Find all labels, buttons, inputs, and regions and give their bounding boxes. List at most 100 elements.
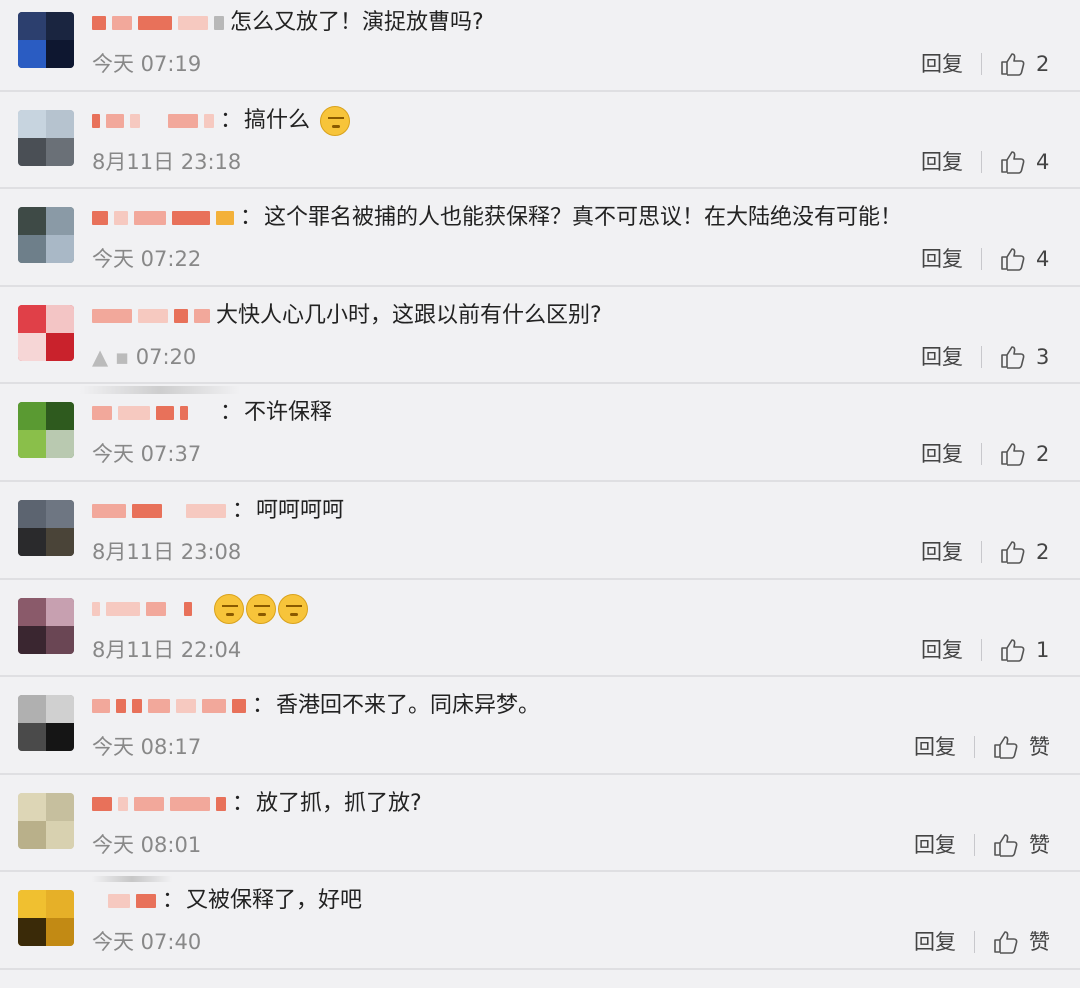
comment-text: 放了抓，抓了放? bbox=[256, 790, 422, 816]
like-button-label[interactable]: 赞 bbox=[1029, 928, 1050, 956]
comment-text: 这个罪名被捕的人也能获保释？真不可思议！在大陆绝没有可能！ bbox=[264, 205, 903, 231]
comment-actions: 回复 赞 bbox=[914, 831, 1050, 859]
username-blurred[interactable] bbox=[92, 891, 156, 911]
comment-actions: 回复 2 bbox=[921, 440, 1050, 468]
like-button-label[interactable]: 赞 bbox=[1029, 733, 1050, 761]
face-emoji-icon bbox=[246, 593, 276, 624]
comment-line: ： 呵呵呵呵 bbox=[92, 496, 1060, 526]
comment-line: ： 又被保释了，好吧 bbox=[92, 886, 1060, 916]
comment-line bbox=[92, 593, 1060, 624]
comment-row: ： 呵呵呵呵 8月11日 23:08 回复 2 bbox=[0, 482, 1080, 580]
comment-row: 怎么又放了！演捉放曹吗? 今天 07:19 回复 2 bbox=[0, 0, 1080, 92]
comment-text: 呵呵呵呵 bbox=[256, 497, 345, 523]
reply-button[interactable]: 回复 bbox=[914, 928, 956, 956]
username-blurred[interactable] bbox=[92, 13, 224, 33]
like-count: 1 bbox=[1036, 637, 1050, 662]
username-blurred[interactable] bbox=[92, 208, 234, 228]
comment-text: 搞什么 bbox=[244, 107, 311, 133]
reply-button[interactable]: 回复 bbox=[921, 245, 963, 273]
comment-line: 怎么又放了！演捉放曹吗? bbox=[92, 8, 1060, 38]
comment-row: ： 放了抓，抓了放? 今天 08:01 回复 赞 bbox=[0, 775, 1080, 873]
timestamp: 今天 07:19 bbox=[92, 52, 202, 76]
reply-button[interactable]: 回复 bbox=[921, 50, 963, 78]
comment-row: ： 这个罪名被捕的人也能获保释？真不可思议！在大陆绝没有可能！ 今天 07:22… bbox=[0, 189, 1080, 287]
colon: ： bbox=[240, 205, 263, 231]
avatar[interactable] bbox=[18, 695, 74, 752]
comment-row: 大快人心几小时，这跟以前有什么区别? ▲ ▪ 07:20 回复 3 bbox=[0, 287, 1080, 385]
divider bbox=[974, 833, 975, 856]
comment-text: 怎么又放了！演捉放曹吗? bbox=[230, 10, 484, 35]
divider bbox=[981, 150, 982, 173]
comment-actions: 回复 3 bbox=[921, 343, 1050, 371]
colon: ： bbox=[232, 790, 255, 816]
thumbs-up-icon[interactable] bbox=[1000, 442, 1026, 467]
avatar[interactable] bbox=[18, 792, 74, 849]
comment-actions: 回复 1 bbox=[921, 636, 1050, 664]
comment-line: ： 搞什么 bbox=[92, 105, 1060, 136]
face-emoji-icon bbox=[214, 593, 244, 624]
like-count: 2 bbox=[1036, 52, 1050, 76]
divider bbox=[981, 248, 982, 271]
comment-text: 大快人心几小时，这跟以前有什么区别? bbox=[216, 302, 602, 328]
divider bbox=[981, 638, 982, 661]
scroll-fade-divider bbox=[92, 876, 172, 882]
like-count: 2 bbox=[1036, 539, 1050, 564]
thumbs-up-icon[interactable] bbox=[993, 930, 1019, 955]
username-blurred[interactable] bbox=[92, 794, 226, 814]
comment-line: ： 不许保释 bbox=[92, 398, 1060, 428]
comment-row: ： 搞什么 8月11日 23:18 回复 4 bbox=[0, 92, 1080, 190]
comment-text: 不许保释 bbox=[244, 400, 333, 426]
colon: ： bbox=[220, 107, 243, 133]
username-blurred[interactable] bbox=[92, 696, 246, 716]
thumbs-up-icon[interactable] bbox=[1000, 247, 1026, 271]
thumbs-up-icon[interactable] bbox=[1000, 150, 1026, 174]
avatar[interactable] bbox=[18, 890, 74, 947]
reply-button[interactable]: 回复 bbox=[921, 636, 963, 664]
divider bbox=[981, 540, 982, 563]
timestamp: 8月11日 23:08 bbox=[92, 539, 242, 564]
avatar[interactable] bbox=[18, 402, 74, 459]
avatar[interactable] bbox=[18, 304, 74, 361]
thumbs-up-icon[interactable] bbox=[1000, 638, 1026, 662]
reply-button[interactable]: 回复 bbox=[921, 148, 963, 176]
like-button-label[interactable]: 赞 bbox=[1029, 831, 1050, 859]
comment-line: ： 放了抓，抓了放? bbox=[92, 789, 1060, 819]
thumbs-up-icon[interactable] bbox=[1000, 345, 1026, 369]
reply-button[interactable]: 回复 bbox=[914, 733, 956, 761]
avatar[interactable] bbox=[18, 499, 74, 556]
comment-line: 大快人心几小时，这跟以前有什么区别? bbox=[92, 301, 1060, 331]
timestamp: ▲ ▪ 07:20 bbox=[92, 344, 197, 369]
thumbs-up-icon[interactable] bbox=[993, 735, 1019, 759]
reply-button[interactable]: 回复 bbox=[921, 538, 963, 566]
divider bbox=[981, 443, 982, 466]
avatar[interactable] bbox=[18, 207, 74, 264]
scroll-fade-divider bbox=[80, 386, 240, 394]
reply-button[interactable]: 回复 bbox=[921, 440, 963, 468]
username-blurred[interactable] bbox=[92, 111, 214, 131]
thumbs-up-icon[interactable] bbox=[1000, 52, 1026, 76]
reply-button[interactable]: 回复 bbox=[914, 831, 956, 859]
timestamp: 今天 07:40 bbox=[92, 930, 202, 955]
comment-line: ： 这个罪名被捕的人也能获保释？真不可思议！在大陆绝没有可能！ bbox=[92, 203, 1060, 233]
thumbs-up-icon[interactable] bbox=[993, 833, 1019, 857]
colon: ： bbox=[162, 888, 185, 914]
like-count: 4 bbox=[1036, 149, 1050, 174]
timestamp: 今天 08:17 bbox=[92, 735, 202, 760]
username-blurred[interactable] bbox=[92, 306, 210, 326]
divider bbox=[981, 53, 982, 75]
timestamp: 今天 08:01 bbox=[92, 832, 202, 857]
face-emoji-icon bbox=[320, 105, 351, 136]
username-blurred[interactable] bbox=[92, 501, 226, 521]
avatar[interactable] bbox=[18, 109, 74, 166]
avatar[interactable] bbox=[18, 597, 74, 654]
username-blurred[interactable] bbox=[92, 599, 192, 619]
username-blurred[interactable] bbox=[92, 403, 214, 423]
comment-row: ： 香港回不来了。同床异梦。 今天 08:17 回复 赞 bbox=[0, 677, 1080, 775]
comment-actions: 回复 4 bbox=[921, 245, 1050, 273]
avatar[interactable] bbox=[18, 12, 74, 68]
thumbs-up-icon[interactable] bbox=[1000, 540, 1026, 564]
reply-button[interactable]: 回复 bbox=[921, 343, 963, 371]
comment-row: 8月11日 22:04 回复 1 bbox=[0, 580, 1080, 678]
timestamp: 8月11日 22:04 bbox=[92, 637, 242, 662]
comment-actions: 回复 2 bbox=[921, 50, 1050, 78]
